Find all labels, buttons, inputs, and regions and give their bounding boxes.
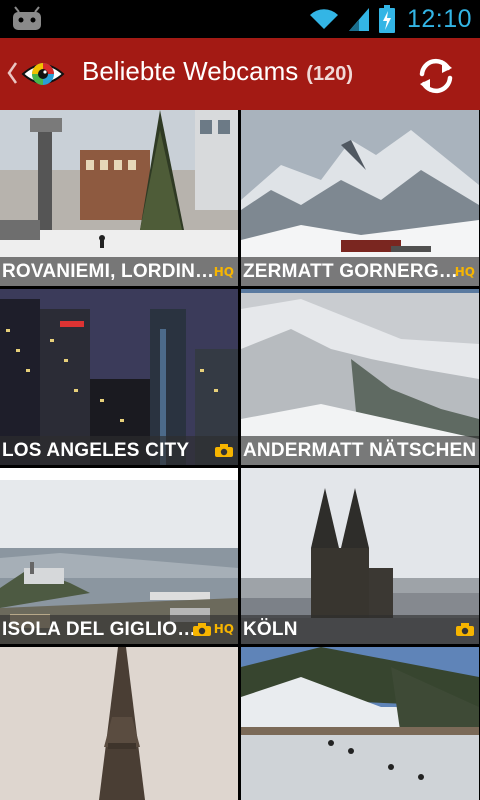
webcam-caption: KÖLN xyxy=(241,615,479,644)
webcam-name: KÖLN xyxy=(243,619,298,640)
webcam-caption: LOS ANGELES CITY xyxy=(0,436,238,465)
webcam-name: ISOLA DEL GIGLIO… xyxy=(2,619,197,640)
webcam-name: ANDERMATT NÄTSCHEN xyxy=(243,440,477,461)
page-title: Beliebte Webcams xyxy=(82,56,299,86)
wifi-icon xyxy=(309,9,338,29)
webcam-caption: ISOLA DEL GIGLIO… HQ xyxy=(0,615,238,644)
action-bar: Beliebte Webcams (120) xyxy=(0,38,480,110)
webcam-tile[interactable]: ANDERMATT NÄTSCHEN xyxy=(241,289,479,465)
webcam-grid: ROVANIEMI, LORDIN… HQ ZERMATT GORNERG… H… xyxy=(0,110,480,800)
hq-badge: HQ xyxy=(454,265,475,279)
webcam-tile[interactable] xyxy=(241,647,479,800)
up-caret-icon[interactable] xyxy=(6,60,18,86)
hq-badge: HQ xyxy=(213,265,234,279)
webcam-caption: ZERMATT GORNERG… HQ xyxy=(241,257,479,286)
webcam-tile[interactable] xyxy=(0,647,238,800)
webcam-tile[interactable]: LOS ANGELES CITY xyxy=(0,289,238,465)
camera-icon xyxy=(215,444,233,457)
webcam-caption: ROVANIEMI, LORDIN… HQ xyxy=(0,257,238,286)
camera-icon xyxy=(456,623,474,636)
status-bar: 12:10 xyxy=(0,0,480,38)
android-notification-icon xyxy=(13,6,41,30)
webcam-name: ZERMATT GORNERG… xyxy=(243,261,459,282)
webcam-tile[interactable]: ZERMATT GORNERG… HQ xyxy=(241,110,479,286)
webcam-thumbnail xyxy=(0,647,238,800)
webcam-tile[interactable]: ISOLA DEL GIGLIO… HQ xyxy=(0,468,238,644)
webcam-count: (120) xyxy=(306,63,353,85)
webcam-tile[interactable]: ROVANIEMI, LORDIN… HQ xyxy=(0,110,238,286)
webcam-eye-logo-icon[interactable] xyxy=(20,54,66,94)
camera-icon xyxy=(192,623,211,636)
signal-icon xyxy=(348,8,369,31)
webcam-name: LOS ANGELES CITY xyxy=(2,440,190,461)
status-time: 12:10 xyxy=(406,4,472,33)
webcam-caption: ANDERMATT NÄTSCHEN xyxy=(241,436,479,465)
webcam-name: ROVANIEMI, LORDIN… xyxy=(2,261,215,282)
hq-badge: HQ xyxy=(213,622,234,636)
refresh-icon[interactable] xyxy=(414,54,458,98)
webcam-tile[interactable]: KÖLN xyxy=(241,468,479,644)
battery-charging-icon xyxy=(378,5,395,33)
webcam-thumbnail xyxy=(241,647,479,800)
